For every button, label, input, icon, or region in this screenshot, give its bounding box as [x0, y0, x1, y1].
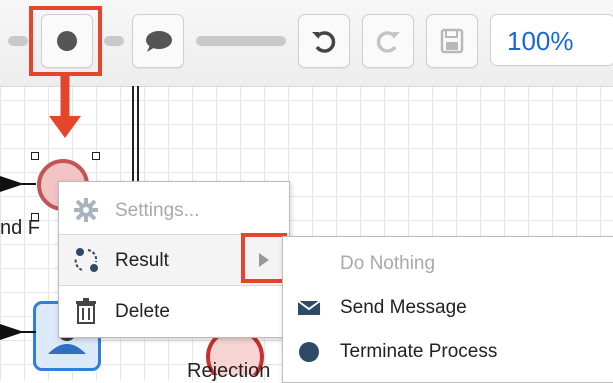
- highlight-record-button: [29, 6, 102, 76]
- undo-icon: [312, 31, 336, 53]
- speech-bubble-icon: [146, 31, 172, 52]
- gear-icon: [74, 198, 98, 222]
- incoming-arrow-icon: [0, 176, 36, 192]
- lane-divider-2: [137, 86, 139, 186]
- menu-item-label: Delete: [115, 301, 170, 322]
- zoom-level[interactable]: 100%: [490, 14, 613, 66]
- dot-icon: [299, 342, 319, 362]
- submenu-item-label: Send Message: [340, 297, 467, 318]
- undo-button[interactable]: [298, 14, 350, 68]
- selection-handle[interactable]: [92, 152, 100, 160]
- submenu-item-label: Do Nothing: [340, 253, 436, 274]
- save-button[interactable]: [426, 14, 478, 68]
- trash-icon: [76, 298, 96, 324]
- submenu-item-label: Terminate Process: [340, 341, 498, 362]
- toolbar-slider-track[interactable]: [196, 36, 286, 46]
- floppy-disk-icon: [440, 28, 464, 54]
- menu-item-delete[interactable]: Delete: [59, 286, 289, 336]
- rejection-label: Rejection: [187, 360, 271, 382]
- submenu-item-do-nothing[interactable]: Do Nothing: [283, 239, 613, 283]
- menu-item-label: Settings...: [115, 200, 200, 221]
- result-submenu: Do Nothing Send Message Terminate Proces…: [282, 236, 613, 383]
- submenu-item-terminate-process[interactable]: Terminate Process: [283, 327, 613, 371]
- result-icon: [74, 248, 98, 272]
- toolbar-slider-track-mid: [104, 36, 124, 46]
- selection-handle[interactable]: [31, 152, 39, 160]
- node-label: nd F: [0, 217, 41, 239]
- menu-item-settings[interactable]: Settings...: [59, 185, 289, 235]
- menu-item-label: Result: [115, 250, 169, 271]
- redo-icon: [376, 31, 400, 53]
- submenu-item-send-message[interactable]: Send Message: [283, 283, 613, 327]
- envelope-icon: [297, 300, 321, 315]
- toolbar-slider-track-left: [8, 36, 28, 46]
- redo-button[interactable]: [362, 14, 414, 68]
- highlight-submenu-arrow: [241, 233, 287, 283]
- incoming-arrow-icon-2: [0, 324, 36, 340]
- lane-divider: [132, 86, 134, 186]
- down-arrow-icon: [49, 76, 81, 138]
- comment-button[interactable]: [132, 14, 184, 68]
